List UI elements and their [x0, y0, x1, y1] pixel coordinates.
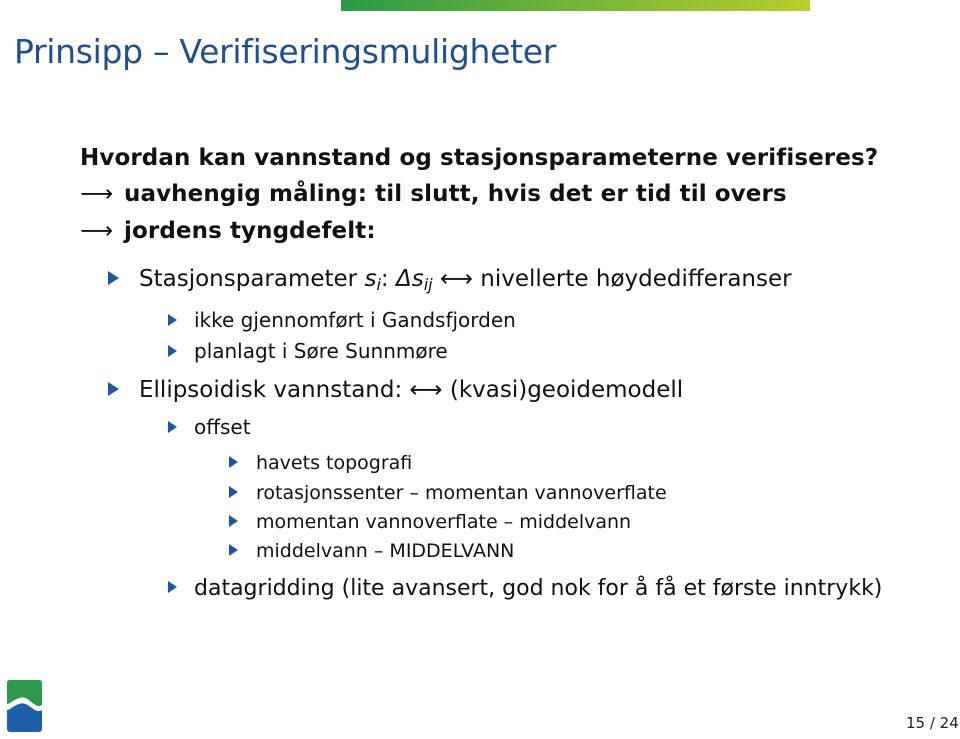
bullet-triangle-icon: [229, 455, 238, 468]
arrow-line-2: ⟶ jordens tyngdefelt:: [80, 218, 376, 244]
sub-bullet-text: ikke gjennomført i Gandsfjorden: [194, 308, 516, 332]
bullet-label: Stasjonsparameter: [139, 266, 358, 292]
institution-logo: [7, 680, 42, 732]
bullet-rest: (kvasi)geoidemodell: [449, 377, 684, 403]
bullet-label: Ellipsoidisk vannstand:: [139, 377, 403, 403]
long-right-arrow-icon: ⟶: [80, 218, 114, 244]
sub-sub-bullet-text: momentan vannoverflate – middelvann: [256, 511, 632, 533]
sub-bullet-offset: offset: [168, 415, 251, 439]
colon: :: [380, 266, 389, 292]
page-number: 15 / 24: [906, 714, 959, 732]
header-gradient-bar: [341, 0, 810, 11]
sub-sub-bullet: middelvann – MIDDELVANN: [229, 540, 514, 562]
sub-bullet-text: planlagt i Søre Sunnmøre: [194, 339, 448, 363]
question-heading: Hvordan kan vannstand og stasjonsparamet…: [80, 145, 879, 171]
sub-bullet-text: datagridding (lite avansert, god nok for…: [194, 576, 883, 601]
bullet-triangle-icon: [168, 313, 177, 326]
long-left-right-arrow-icon: ⟷: [439, 266, 473, 292]
math-var: s: [364, 266, 377, 292]
sub-sub-bullet: momentan vannoverflate – middelvann: [229, 511, 631, 533]
bullet-triangle-icon: [108, 381, 119, 396]
long-right-arrow-icon: ⟶: [80, 181, 114, 207]
bullet-triangle-icon: [168, 344, 177, 357]
sub-sub-bullet-text: havets topografi: [256, 452, 413, 474]
sub-sub-bullet-text: middelvann – MIDDELVANN: [256, 540, 515, 562]
sub-bullet: ikke gjennomført i Gandsfjorden: [168, 308, 516, 332]
sub-sub-bullet: havets topografi: [229, 452, 412, 474]
math-delta: Δs: [395, 266, 424, 292]
bullet-rest: nivellerte høydedifferanser: [480, 266, 792, 292]
bullet-stasjonsparameter: Stasjonsparameter si: Δsij ⟷ nivellerte …: [108, 266, 792, 294]
bullet-triangle-icon: [168, 420, 177, 433]
sub-sub-bullet: rotasjonssenter – momentan vannoverflate: [229, 482, 667, 504]
sub-bullet: planlagt i Søre Sunnmøre: [168, 339, 448, 363]
bullet-ellipsoidisk: Ellipsoidisk vannstand: ⟷ (kvasi)geoidem…: [108, 377, 683, 403]
sub-bullet-datagridding: datagridding (lite avansert, god nok for…: [168, 576, 882, 601]
long-left-right-arrow-icon: ⟷: [409, 377, 443, 403]
arrow-line-1: ⟶ uavhengig måling: til slutt, hvis det e…: [80, 181, 787, 207]
arrow-line-text: uavhengig måling: til slutt, hvis det er…: [124, 181, 787, 207]
bullet-triangle-icon: [229, 543, 238, 556]
bullet-triangle-icon: [229, 485, 238, 498]
bullet-triangle-icon: [229, 514, 238, 527]
sub-sub-bullet-text: rotasjonssenter – momentan vannoverflate: [256, 482, 667, 504]
arrow-line-text: jordens tyngdefelt:: [124, 218, 376, 244]
bullet-triangle-icon: [168, 581, 177, 593]
bullet-triangle-icon: [108, 270, 119, 285]
sub-bullet-text: offset: [194, 415, 251, 439]
slide-title: Prinsipp – Verifiseringsmuligheter: [14, 32, 557, 71]
math-subscript: ij: [423, 275, 433, 295]
